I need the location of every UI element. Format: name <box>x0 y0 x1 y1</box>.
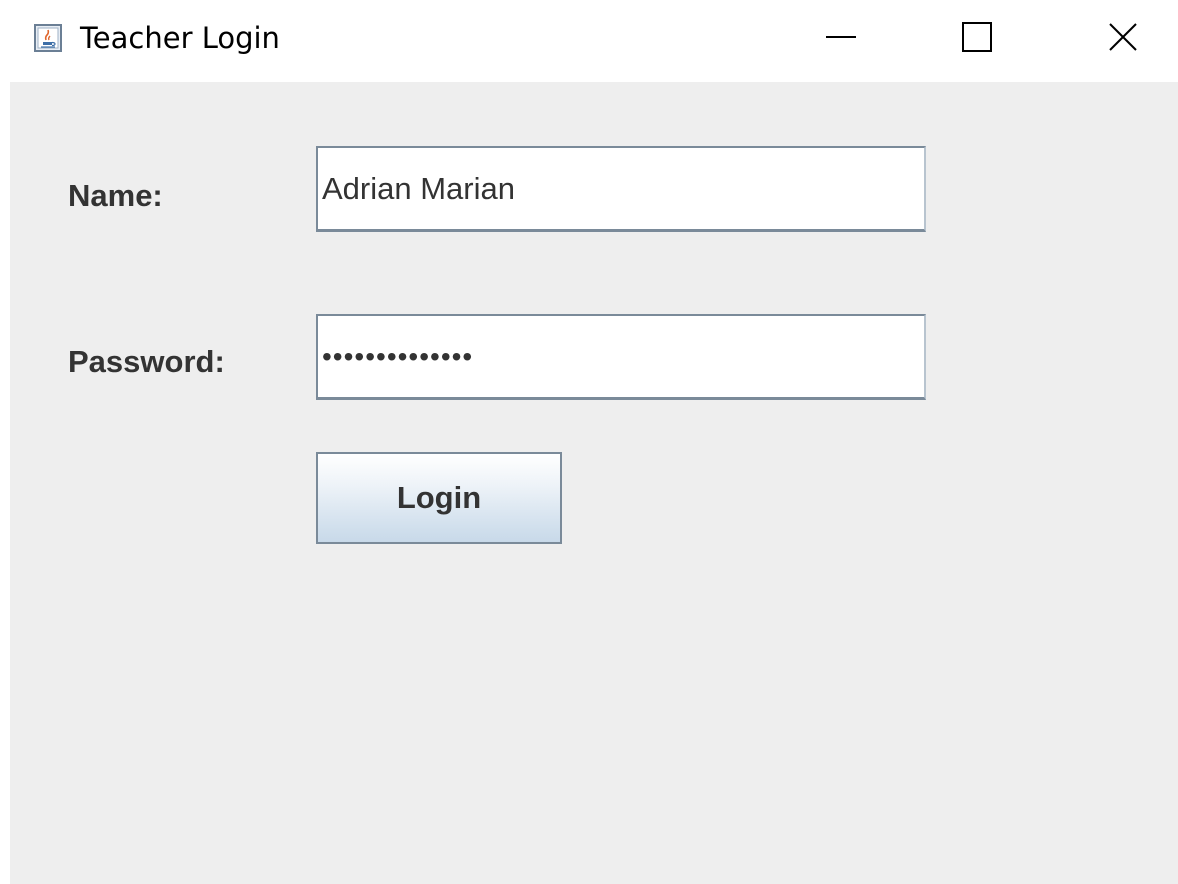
minimize-button[interactable] <box>806 0 876 78</box>
close-button[interactable] <box>1088 0 1158 78</box>
java-cup-icon <box>34 24 62 52</box>
password-label: Password: <box>68 344 225 379</box>
close-icon <box>1107 21 1139 58</box>
maximize-icon <box>961 21 993 58</box>
name-label: Name: <box>68 178 163 213</box>
login-button-label: Login <box>396 480 482 515</box>
login-button[interactable]: Login <box>316 452 562 544</box>
login-panel: Name: Adrian Marian Password: ••••••••••… <box>10 82 1178 884</box>
name-field[interactable]: Adrian Marian <box>316 146 926 232</box>
maximize-button[interactable] <box>942 0 1012 78</box>
teacher-login-window: Teacher Login Name: Adrian Marian Passwo… <box>0 0 1178 884</box>
title-bar[interactable]: Teacher Login <box>0 0 1178 82</box>
password-field[interactable]: •••••••••••••• <box>316 314 926 400</box>
window-title: Teacher Login <box>80 21 280 55</box>
minimize-icon <box>825 21 857 58</box>
